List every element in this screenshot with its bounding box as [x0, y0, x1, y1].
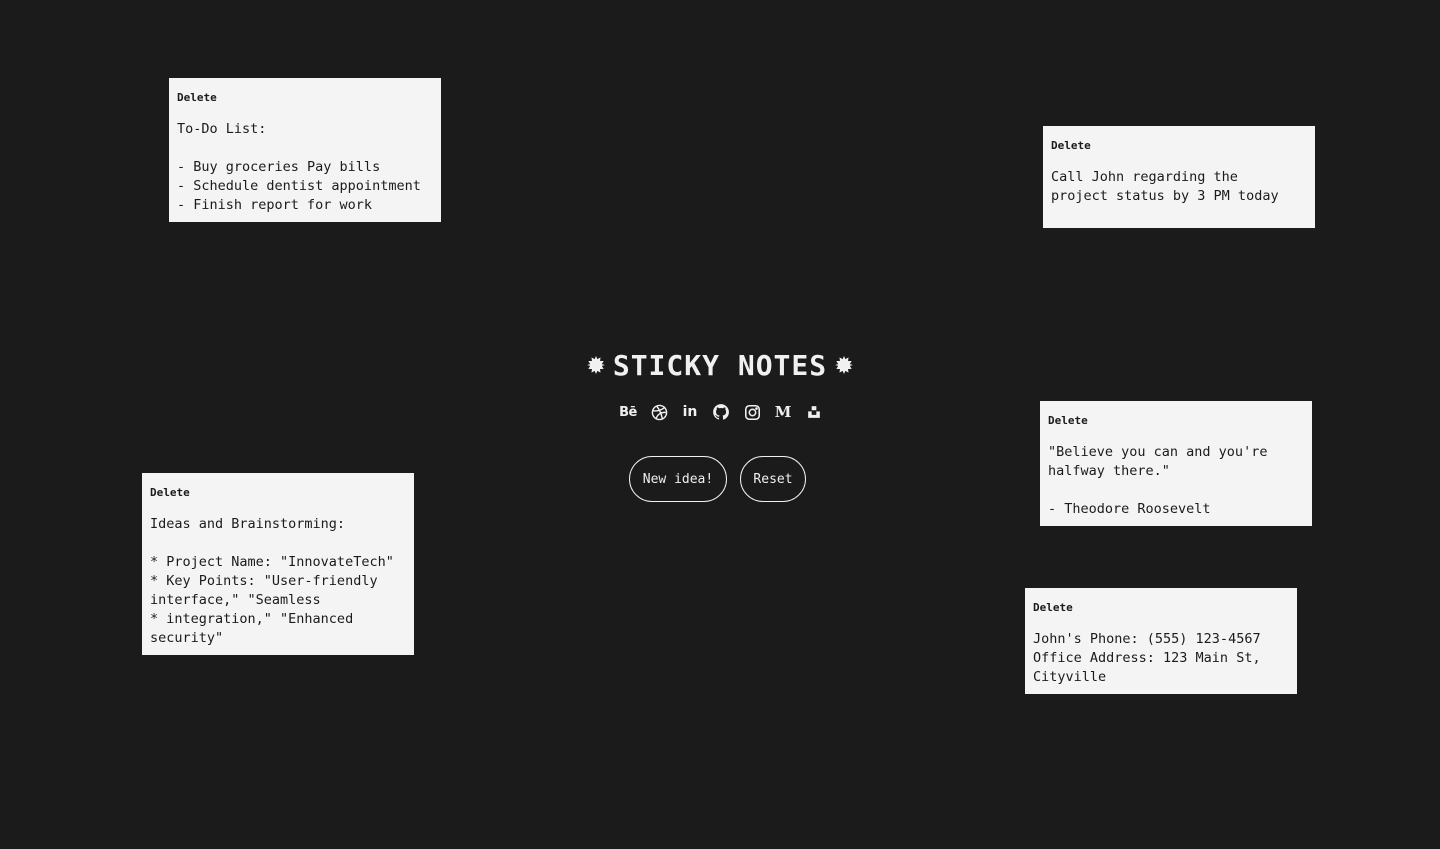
sticky-note[interactable]: Delete Ideas and Brainstorming: * Projec…	[142, 473, 414, 655]
behance-icon[interactable]: Bē	[618, 402, 638, 422]
delete-note-button[interactable]: Delete	[1051, 139, 1091, 153]
delete-note-button[interactable]: Delete	[177, 91, 217, 105]
note-text[interactable]: "Believe you can and you're halfway ther…	[1048, 443, 1304, 519]
instagram-icon[interactable]	[742, 402, 762, 422]
reset-button[interactable]: Reset	[740, 456, 806, 502]
sticky-note[interactable]: Delete Call John regarding the project s…	[1043, 126, 1315, 228]
note-text[interactable]: To-Do List: - Buy groceries Pay bills - …	[177, 120, 433, 215]
note-text[interactable]: John's Phone: (555) 123-4567 Office Addr…	[1033, 630, 1289, 687]
new-idea-button[interactable]: New idea!	[629, 456, 727, 502]
note-text[interactable]: Call John regarding the project status b…	[1051, 168, 1307, 206]
unsplash-icon[interactable]	[804, 402, 824, 422]
app-title: STICKY NOTES	[612, 349, 828, 382]
note-text[interactable]: Ideas and Brainstorming: * Project Name:…	[150, 515, 406, 648]
dribbble-icon[interactable]	[649, 402, 669, 422]
github-icon[interactable]	[711, 402, 731, 422]
sticky-note[interactable]: Delete To-Do List: - Buy groceries Pay b…	[169, 78, 441, 222]
linkedin-icon[interactable]: in	[680, 402, 700, 422]
sparkle-icon	[835, 356, 854, 374]
sticky-note[interactable]: Delete John's Phone: (555) 123-4567 Offi…	[1025, 588, 1297, 694]
sticky-note[interactable]: Delete "Believe you can and you're halfw…	[1040, 401, 1312, 526]
medium-icon[interactable]: M	[773, 402, 793, 422]
social-links: Bē in M	[618, 401, 824, 423]
delete-note-button[interactable]: Delete	[150, 486, 190, 500]
app-title-container: STICKY NOTES	[560, 346, 880, 386]
delete-note-button[interactable]: Delete	[1033, 601, 1073, 615]
sparkle-icon	[586, 356, 605, 374]
delete-note-button[interactable]: Delete	[1048, 414, 1088, 428]
